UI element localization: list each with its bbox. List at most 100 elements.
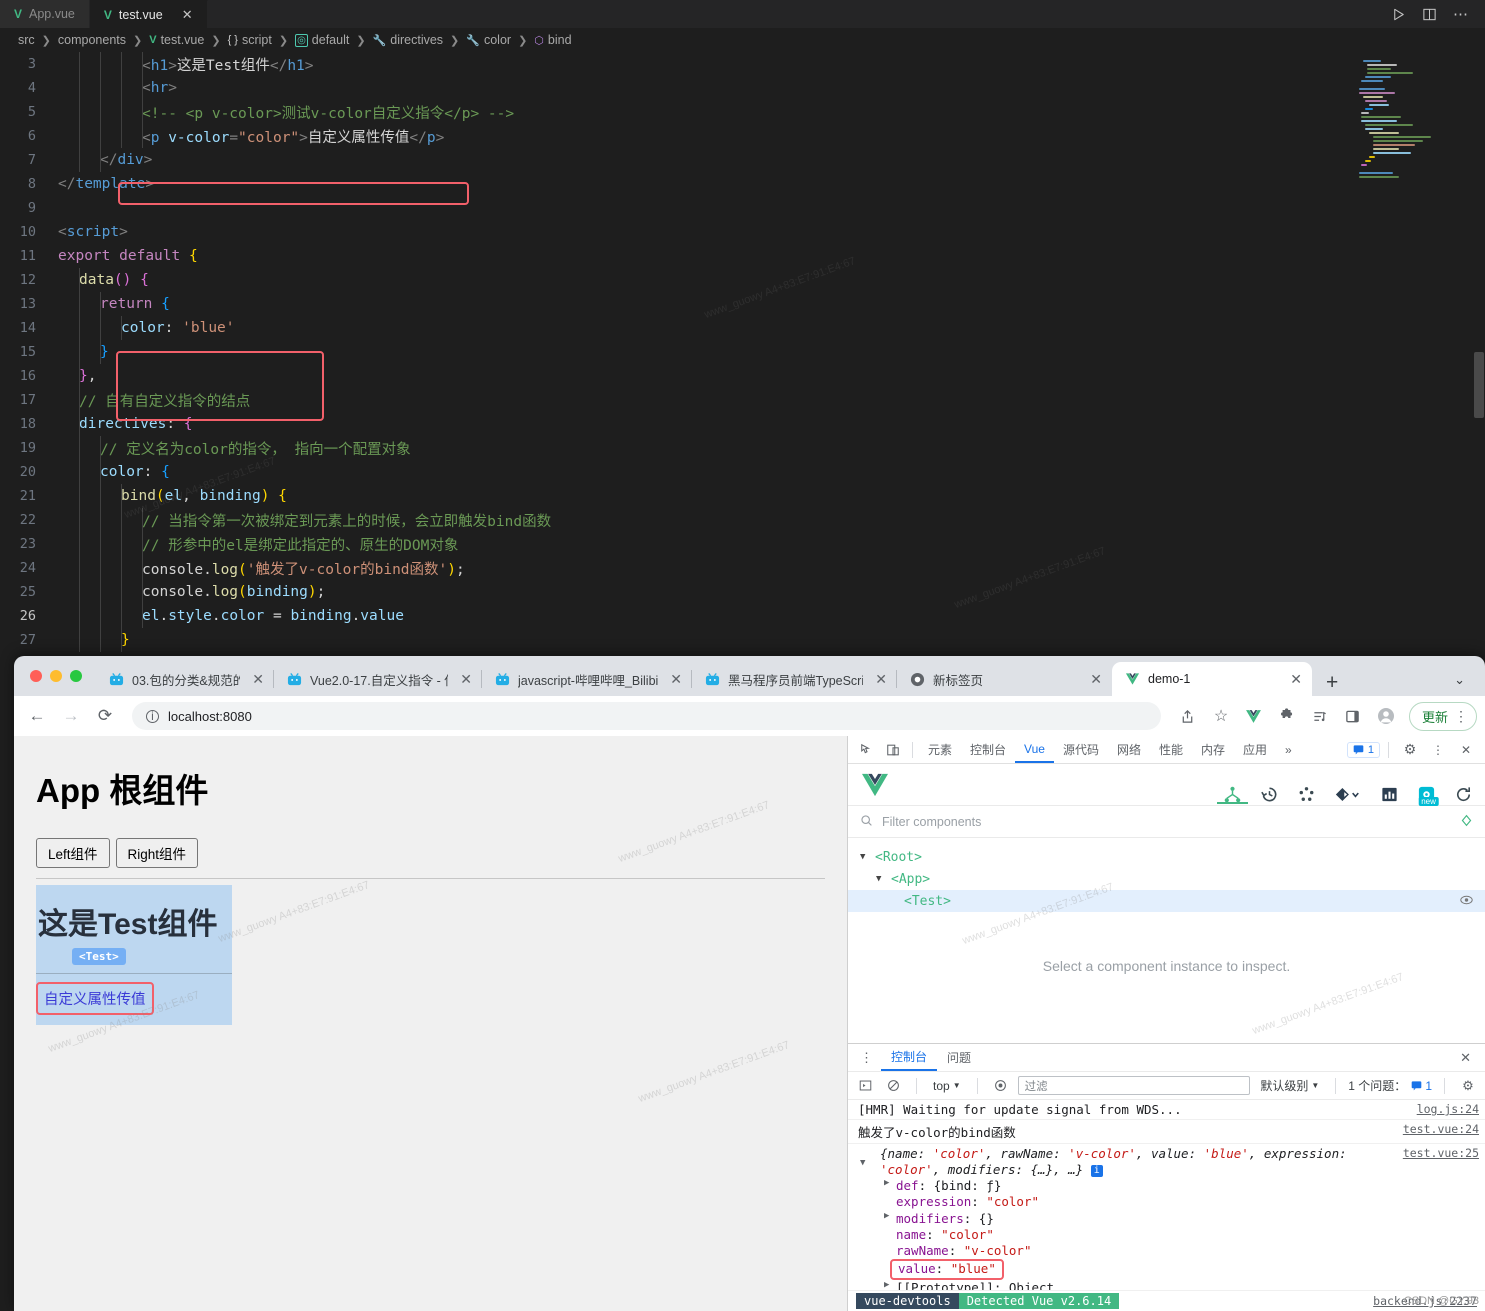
live-expression-icon[interactable]	[990, 1076, 1012, 1096]
browser-tab-0[interactable]: 03.包的分类&规范的包结构 ✕	[96, 662, 274, 696]
gear-icon[interactable]: ⚙	[1397, 739, 1423, 761]
side-panel-icon[interactable]	[1338, 701, 1368, 731]
close-icon[interactable]: ✕	[182, 7, 193, 23]
drawer-tab-console[interactable]: 控制台	[881, 1044, 938, 1071]
chevron-right-icon[interactable]: ▶	[884, 1178, 889, 1190]
select-component-icon[interactable]	[1460, 814, 1473, 830]
console-sidebar-icon[interactable]	[854, 1076, 876, 1096]
filter-components-input[interactable]: Filter components	[882, 815, 981, 829]
devtools-tab-performance[interactable]: 性能	[1150, 736, 1192, 763]
devtools-tab-memory[interactable]: 内存	[1192, 736, 1234, 763]
tree-node-app[interactable]: ▼ <App>	[848, 868, 1485, 890]
more-actions-button[interactable]: ⋯	[1453, 5, 1469, 23]
split-editor-button[interactable]	[1422, 7, 1437, 22]
editor-minimap[interactable]	[1357, 60, 1473, 178]
devtools-tab-network[interactable]: 网络	[1108, 736, 1150, 763]
address-bar[interactable]: i localhost:8080	[132, 702, 1161, 730]
close-icon[interactable]: ✕	[1453, 739, 1479, 761]
console-log-source[interactable]: test.vue:25	[1393, 1146, 1479, 1160]
close-icon[interactable]: ✕	[1290, 671, 1302, 688]
breadcrumb-item-test-vue[interactable]: Vtest.vue	[149, 33, 204, 47]
breadcrumb-item-bind[interactable]: ⬡ bind	[534, 33, 571, 47]
close-icon[interactable]: ✕	[1450, 1050, 1481, 1066]
tree-node-test[interactable]: <Test>	[848, 890, 1485, 912]
drawer-tab-issues[interactable]: 问题	[937, 1044, 981, 1071]
new-tab-button[interactable]: +	[1312, 672, 1352, 696]
browser-tab-4[interactable]: 新标签页 ✕	[897, 662, 1112, 696]
browser-tab-3[interactable]: 黑马程序员前端TypeScript ✕	[692, 662, 897, 696]
chevron-down-icon[interactable]: ▼	[860, 852, 870, 862]
chevron-right-icon[interactable]: ▶	[884, 1211, 889, 1223]
execution-context-selector[interactable]: top ▼	[929, 1079, 965, 1093]
console-output[interactable]: [HMR] Waiting for update signal from WDS…	[848, 1100, 1485, 1290]
breadcrumb-item-directives[interactable]: 🔧 directives	[373, 33, 444, 47]
close-icon[interactable]: ✕	[875, 671, 887, 688]
browser-tab-1[interactable]: Vue2.0-17.自定义指令 - 使 ✕	[274, 662, 482, 696]
reload-button[interactable]: ⟳	[90, 701, 120, 731]
right-component-button[interactable]: Right组件	[115, 838, 199, 868]
browser-tab-2[interactable]: javascript-哔哩哔哩_Bilibi ✕	[482, 662, 692, 696]
kebab-menu-icon[interactable]: ⋮	[1425, 739, 1451, 761]
eye-icon[interactable]	[1460, 894, 1473, 908]
breadcrumb-item-default[interactable]: ◎ default	[295, 33, 349, 47]
left-component-button[interactable]: Left组件	[36, 838, 110, 868]
devtools-tabs-overflow[interactable]: »	[1276, 736, 1301, 763]
devtools-tab-elements[interactable]: 元素	[919, 736, 961, 763]
tab-search-button[interactable]: ⌄	[1454, 672, 1485, 696]
code-editor[interactable]: 3 <h1>这是Test组件</h1> 4 <hr> 5 <!-- <p v-color>…	[0, 52, 1485, 660]
vue-devtools-extension-icon[interactable]	[1239, 701, 1269, 731]
console-filter-input[interactable]: 过滤	[1017, 1076, 1251, 1095]
editor-scrollbar[interactable]	[1473, 52, 1485, 660]
inspect-element-icon[interactable]	[854, 739, 880, 761]
chevron-down-icon[interactable]: ▼	[860, 1158, 865, 1168]
bookmark-star-icon[interactable]: ☆	[1206, 701, 1236, 731]
forward-button[interactable]: →	[56, 701, 86, 731]
kebab-menu-icon[interactable]: ⋮	[852, 1050, 881, 1066]
info-badge-icon[interactable]: i	[1090, 1165, 1103, 1177]
close-icon[interactable]: ✕	[252, 671, 264, 688]
component-tree-icon[interactable]	[1217, 764, 1248, 804]
close-icon[interactable]: ✕	[1090, 671, 1102, 688]
breadcrumb-item-components[interactable]: components	[58, 33, 126, 47]
devtools-tab-application[interactable]: 应用	[1234, 736, 1276, 763]
editor-tab-app-vue[interactable]: V App.vue	[0, 0, 90, 28]
console-log-source[interactable]: log.js:24	[1407, 1102, 1479, 1116]
component-tree[interactable]: ▼ <Root> ▼ <App> <Test> Select a compone…	[848, 838, 1485, 1043]
kebab-menu-icon[interactable]: ⋮	[1454, 708, 1468, 725]
issues-badge[interactable]: 1	[1346, 741, 1380, 758]
share-icon[interactable]	[1173, 701, 1203, 731]
devtools-tab-vue[interactable]: Vue	[1015, 736, 1054, 763]
device-toolbar-icon[interactable]	[880, 739, 906, 761]
log-level-selector[interactable]: 默认级别 ▼	[1256, 1077, 1323, 1094]
devtools-tab-sources[interactable]: 源代码	[1054, 736, 1108, 763]
vuex-icon[interactable]	[1297, 764, 1316, 804]
editor-tab-test-vue[interactable]: V test.vue ✕	[89, 0, 208, 28]
editor-scrollbar-thumb[interactable]	[1474, 352, 1484, 418]
gear-icon[interactable]: ⚙	[1457, 1076, 1479, 1096]
timeline-history-icon[interactable]	[1260, 764, 1279, 804]
breadcrumb-item-color[interactable]: 🔧 color	[466, 33, 511, 47]
minimize-window-button[interactable]	[50, 670, 62, 682]
back-button[interactable]: ←	[22, 701, 52, 731]
console-issues-summary[interactable]: 1 个问题： 1	[1348, 1077, 1432, 1094]
routing-icon[interactable]	[1334, 764, 1362, 804]
close-icon[interactable]: ✕	[670, 671, 682, 688]
browser-tab-5-active[interactable]: demo-1 ✕	[1112, 662, 1312, 696]
run-button[interactable]	[1391, 7, 1406, 22]
chevron-down-icon[interactable]: ▼	[876, 874, 886, 884]
maximize-window-button[interactable]	[70, 670, 82, 682]
update-button[interactable]: 更新 ⋮	[1408, 701, 1477, 731]
chevron-right-icon[interactable]: ▶	[884, 1280, 889, 1291]
breadcrumb-item-script[interactable]: { } script	[228, 33, 272, 47]
console-log-source[interactable]: test.vue:24	[1393, 1122, 1479, 1136]
extensions-puzzle-icon[interactable]	[1272, 701, 1302, 731]
settings-new-icon[interactable]: new	[1417, 764, 1439, 806]
page-viewport[interactable]: App 根组件 Left组件 Right组件 这是Test组件 <Test> 自…	[14, 736, 848, 1311]
close-window-button[interactable]	[30, 670, 42, 682]
profile-avatar-icon[interactable]	[1371, 701, 1401, 731]
component-filter-bar[interactable]: Filter components	[848, 806, 1485, 838]
breadcrumb-item-src[interactable]: src	[18, 33, 35, 47]
performance-icon[interactable]	[1380, 764, 1399, 804]
media-list-icon[interactable]	[1305, 701, 1335, 731]
refresh-icon[interactable]	[1454, 764, 1473, 804]
